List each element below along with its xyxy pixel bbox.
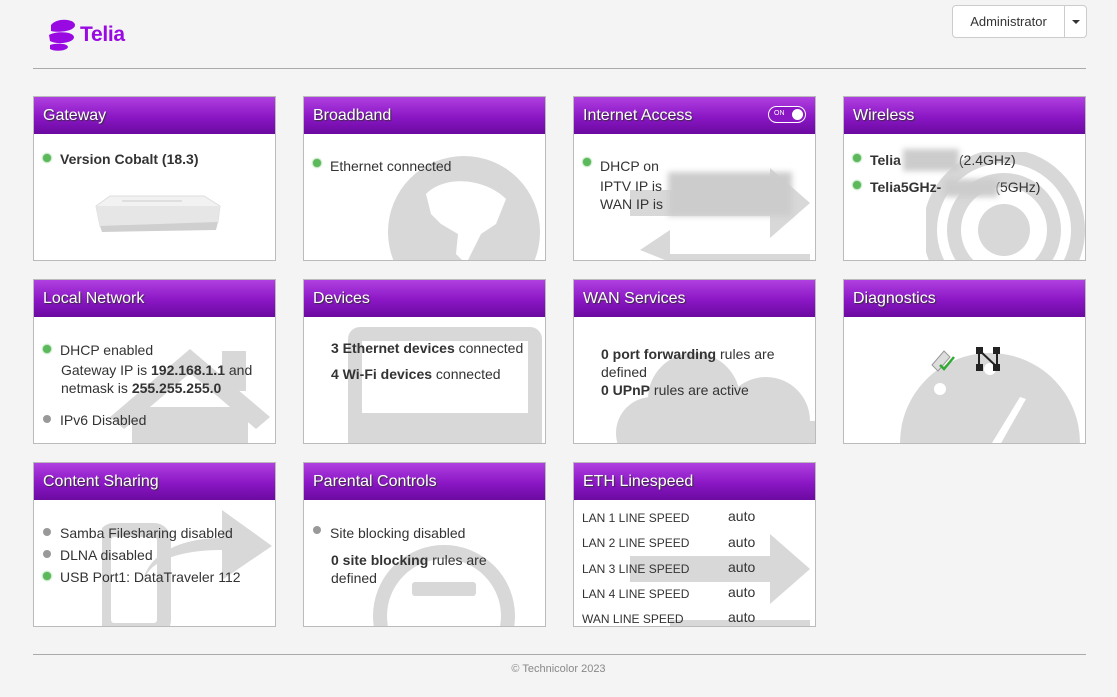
redacted-ssid-24ghz	[903, 149, 959, 171]
site-blocking-suffix: defined	[331, 570, 377, 586]
upnp-count: 0 UPnP rules are active	[601, 382, 749, 398]
status-dot-green	[853, 154, 861, 162]
linespeed-value[interactable]: auto	[728, 584, 755, 600]
broadband-status: Ethernet connected	[330, 158, 452, 174]
card-gateway[interactable]: Gateway Version Cobalt (18.3)	[33, 96, 276, 261]
header-divider	[33, 68, 1086, 69]
card-wan-services[interactable]: WAN Services 0 port forwarding rules are…	[573, 279, 816, 444]
user-menu-toggle[interactable]	[1064, 6, 1086, 37]
card-parental-controls[interactable]: Parental Controls Site blocking disabled…	[303, 462, 546, 627]
linespeed-value[interactable]: auto	[728, 609, 755, 625]
status-dot-gray	[43, 415, 51, 423]
wifi-devices-count: 4 Wi-Fi devices connected	[331, 366, 501, 382]
card-title[interactable]: Parental Controls	[304, 463, 545, 500]
redacted-ip-addresses	[668, 172, 792, 216]
dhcp-status: DHCP on	[600, 158, 659, 174]
toggle-knob	[792, 109, 803, 120]
network-topology-icon[interactable]	[974, 345, 1002, 373]
linespeed-label: LAN 4 LINE SPEED	[582, 587, 690, 601]
status-dot-green	[43, 572, 51, 580]
linespeed-value[interactable]: auto	[728, 534, 755, 550]
card-title[interactable]: Gateway	[34, 97, 275, 134]
site-blocking-status: Site blocking disabled	[330, 525, 466, 541]
linespeed-value[interactable]: auto	[728, 508, 755, 524]
copyright: © Technicolor 2023	[511, 663, 606, 675]
status-dot-green	[853, 181, 861, 189]
user-menu-label[interactable]: Administrator	[953, 6, 1064, 37]
card-title[interactable]: ETH Linespeed	[574, 463, 815, 500]
card-content-sharing[interactable]: Content Sharing Samba Filesharing disabl…	[33, 462, 276, 627]
internet-toggle[interactable]: ON	[768, 106, 806, 123]
netmask-line: netmask is 255.255.255.0	[61, 380, 222, 396]
linespeed-value[interactable]: auto	[728, 559, 755, 575]
status-dot-green	[43, 345, 51, 353]
band-24ghz: (2.4GHz)	[958, 152, 1016, 168]
gateway-ip-line: Gateway IP is 192.168.1.1 and	[61, 362, 253, 378]
status-dot-gray	[43, 528, 51, 536]
card-broadband[interactable]: Broadband Ethernet connected	[303, 96, 546, 261]
footer-divider	[33, 654, 1086, 655]
card-title[interactable]: Broadband	[304, 97, 545, 134]
status-dot-green	[583, 158, 591, 166]
card-devices[interactable]: Devices 3 Ethernet devices connected 4 W…	[303, 279, 546, 444]
port-forwarding-suffix: defined	[601, 364, 647, 380]
card-local-network[interactable]: Local Network DHCP enabled Gateway IP is…	[33, 279, 276, 444]
gateway-device-image	[95, 195, 221, 232]
ssid-24ghz: Telia	[870, 152, 901, 168]
status-dot-green	[313, 159, 321, 167]
card-title-bar[interactable]: Internet Access ON	[574, 97, 815, 134]
ethernet-devices-count: 3 Ethernet devices connected	[331, 340, 524, 356]
band-5ghz: (5GHz)	[995, 179, 1041, 195]
card-diagnostics[interactable]: Diagnostics	[843, 279, 1086, 444]
telia-pebble-icon	[49, 19, 75, 51]
iptv-ip-label: IPTV IP is	[600, 178, 662, 194]
card-title[interactable]: Devices	[304, 280, 545, 317]
card-wireless[interactable]: Wireless Telia (2.4GHz) Telia5GHz- (5GHz)	[843, 96, 1086, 261]
redacted-ssid-5ghz	[944, 179, 998, 197]
usb-status: USB Port1: DataTraveler 112	[60, 569, 241, 585]
samba-status: Samba Filesharing disabled	[60, 525, 233, 541]
card-title[interactable]: WAN Services	[574, 280, 815, 317]
card-title[interactable]: Local Network	[34, 280, 275, 317]
linespeed-label: LAN 3 LINE SPEED	[582, 562, 690, 576]
firmware-version: Version Cobalt (18.3)	[60, 151, 199, 167]
ssid-5ghz: Telia5GHz-	[870, 179, 942, 195]
user-menu-dropdown[interactable]: Administrator	[952, 5, 1087, 38]
dlna-status: DLNA disabled	[60, 547, 153, 563]
logo-text: Telia	[80, 23, 125, 46]
linespeed-label: LAN 2 LINE SPEED	[582, 536, 690, 550]
linespeed-label: WAN LINE SPEED	[582, 612, 684, 626]
status-dot-green	[43, 154, 51, 162]
status-dot-gray	[43, 550, 51, 558]
card-title[interactable]: Wireless	[844, 97, 1085, 134]
dhcp-enabled: DHCP enabled	[60, 342, 154, 358]
wan-ip-label: WAN IP is	[600, 196, 664, 212]
toggle-label: ON	[774, 110, 785, 117]
ipv6-status: IPv6 Disabled	[60, 412, 147, 428]
card-internet-access[interactable]: Internet Access ON DHCP on IPTV IP is WA…	[573, 96, 816, 261]
card-title[interactable]: Diagnostics	[844, 280, 1085, 317]
card-title[interactable]: Content Sharing	[34, 463, 275, 500]
card-title[interactable]: Internet Access	[583, 107, 692, 124]
linespeed-label: LAN 1 LINE SPEED	[582, 511, 690, 525]
status-dot-gray	[313, 526, 321, 534]
telia-logo: Telia	[47, 19, 125, 51]
caret-down-icon	[1071, 19, 1080, 24]
card-eth-linespeed[interactable]: ETH Linespeed LAN 1 LINE SPEED auto LAN …	[573, 462, 816, 627]
linespeed-list: LAN 1 LINE SPEED auto LAN 2 LINE SPEED a…	[574, 500, 815, 626]
network-check-icon[interactable]	[928, 345, 956, 373]
port-forwarding-count: 0 port forwarding rules are	[601, 346, 775, 362]
site-blocking-count: 0 site blocking rules are	[331, 552, 487, 568]
